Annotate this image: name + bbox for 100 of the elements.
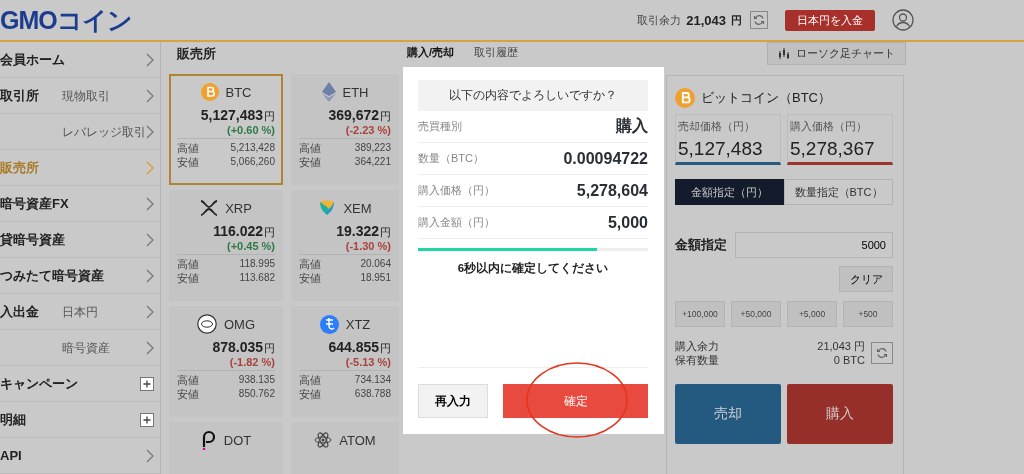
buy-button[interactable]: 購入 — [787, 384, 893, 444]
tab[interactable]: 取引履歴 — [474, 42, 519, 65]
chevron-icon[interactable] — [146, 304, 154, 319]
coin-symbol: OMG — [223, 316, 256, 332]
add-amount-button[interactable]: +500 — [843, 301, 893, 327]
logo[interactable]: GMOコイン — [0, 3, 132, 37]
high-value: 118.995 — [239, 257, 275, 271]
price-change: (-5.13 %) — [344, 356, 391, 368]
p-shape-icon — [200, 430, 217, 450]
amount-label: 金額指定 — [675, 236, 725, 254]
chevron-icon[interactable] — [146, 268, 154, 283]
sell-button[interactable]: 売却 — [675, 384, 781, 444]
coin-symbol: XEM — [343, 200, 372, 216]
coin-icon — [675, 88, 695, 108]
low-value: 18.951 — [360, 271, 391, 285]
low-value: 5,066,260 — [230, 155, 275, 169]
detail-value: 購入 — [616, 116, 648, 136]
sidebar-item[interactable]: 明細 — [0, 410, 62, 429]
coin-card[interactable]: XTZ 644.855円 (-5.13 %) 高値 734.134 安値 638.788 — [291, 306, 399, 417]
mode-tab[interactable]: 数量指定（BTC） — [784, 179, 893, 205]
coin-card[interactable]: ETH 369,672円 (-2.23 %) 高値 389,223 安値 364,221 — [291, 74, 399, 185]
coin-symbol: BTC — [225, 84, 252, 100]
sidebar-subitem[interactable]: 現物取引 — [62, 87, 110, 104]
reenter-button[interactable]: 再入力 — [418, 384, 488, 418]
coin-card[interactable]: XRP 116.022円 (+0.45 %) 高値 118.995 安値 113.682 — [169, 190, 283, 301]
price-unit: 円 — [380, 342, 391, 354]
add-amount-button[interactable]: +100,000 — [675, 301, 725, 327]
chevron-icon[interactable] — [146, 160, 154, 175]
high-label: 高値 — [177, 373, 199, 387]
coin-price: 644.855 — [328, 339, 379, 355]
balance-value: 21,043 円 — [817, 339, 865, 353]
amount-input[interactable]: 5000 — [735, 232, 893, 258]
low-value: 638.788 — [354, 387, 391, 401]
price-unit: 円 — [264, 110, 275, 122]
coin-symbol: DOT — [223, 432, 252, 448]
sidebar-subitem[interactable]: レバレッジ取引 — [62, 123, 146, 140]
chevron-icon[interactable] — [146, 448, 154, 463]
balance-label: 購入余力 — [675, 339, 719, 353]
coin-card[interactable]: BTC 5,127,483円 (+0.60 %) 高値 5,213,428 安値 5,066,260 — [169, 74, 283, 185]
sidebar-item[interactable]: 暗号資産FX — [0, 194, 69, 213]
balance-label: 取引余力 — [637, 12, 682, 28]
price-unit: 円 — [264, 342, 275, 354]
sidebar-item[interactable]: 会員ホーム — [0, 50, 65, 69]
page-title: 販売所 — [177, 44, 217, 63]
coin-card[interactable]: ATOM — [291, 422, 399, 474]
refresh-button[interactable] — [750, 11, 768, 29]
refresh-icon — [753, 14, 765, 26]
coin-price: 369,672 — [328, 107, 379, 123]
high-label: 高値 — [299, 141, 321, 155]
coin-symbol: XRP — [225, 200, 252, 216]
candlestick-icon — [778, 48, 790, 59]
add-amount-button[interactable]: +5,000 — [787, 301, 837, 327]
high-value: 734.134 — [354, 373, 391, 387]
chevron-icon[interactable] — [146, 52, 154, 67]
price-change: (-1.30 %) — [344, 240, 391, 252]
high-label: 高値 — [177, 257, 199, 271]
deposit-button[interactable]: 日本円を入金 — [785, 9, 875, 31]
sidebar-subitem[interactable]: 暗号資産 — [62, 339, 110, 356]
countdown-text: 6秒以内に確定してください — [456, 261, 610, 276]
sidebar-item[interactable]: キャンペーン — [0, 374, 78, 393]
price-value: 5,127,483 — [678, 138, 764, 160]
chevron-icon[interactable] — [146, 124, 154, 139]
coin-symbol: ETH — [342, 84, 369, 100]
detail-label: 購入金額（円） — [418, 215, 495, 230]
coin-card[interactable]: OMG 878.035円 (-1.82 %) 高値 938.135 安値 850.762 — [169, 306, 283, 417]
sidebar-subitem[interactable]: 日本円 — [62, 303, 98, 320]
confirm-button[interactable]: 確定 — [503, 384, 648, 418]
low-label: 安値 — [177, 387, 199, 401]
add-amount-button[interactable]: +50,000 — [731, 301, 781, 327]
chevron-icon[interactable] — [146, 196, 154, 211]
coin-card[interactable]: XEM 19.322円 (-1.30 %) 高値 20.064 安値 18.951 — [291, 190, 399, 301]
price-change: (-1.82 %) — [228, 356, 275, 368]
price-value: 5,278,367 — [790, 138, 876, 160]
sidebar-item[interactable]: 貸暗号資産 — [0, 230, 65, 249]
clear-button[interactable]: クリア — [839, 266, 893, 292]
coin-price: 19.322 — [336, 223, 379, 239]
sidebar-item[interactable]: 取引所 — [0, 86, 62, 105]
dialog-question: 以下の内容でよろしいですか？ — [418, 80, 648, 111]
chevron-icon[interactable] — [146, 232, 154, 247]
chevron-icon[interactable] — [146, 340, 154, 355]
mode-tab[interactable]: 金額指定（円） — [675, 179, 784, 205]
plus-icon[interactable] — [140, 412, 154, 427]
refresh-button[interactable] — [871, 342, 893, 364]
price-label: 売却価格（円） — [678, 119, 756, 134]
price-change: (+0.45 %) — [226, 240, 275, 252]
candlestick-chart-button[interactable]: ローソク足チャート — [767, 42, 906, 65]
chevron-icon[interactable] — [146, 88, 154, 103]
low-value: 850.762 — [238, 387, 275, 401]
detail-value: 0.00094722 — [563, 149, 648, 168]
coin-icon — [196, 314, 217, 334]
sidebar-item[interactable]: 入出金 — [0, 302, 62, 321]
coin-card[interactable]: DOT — [169, 422, 283, 474]
sidebar-item[interactable]: つみたて暗号資産 — [0, 266, 104, 285]
coin-price: 878.035 — [212, 339, 263, 355]
tab[interactable]: 購入/売却 — [407, 42, 455, 65]
plus-icon[interactable] — [140, 376, 154, 391]
user-icon[interactable] — [892, 9, 914, 31]
high-label: 高値 — [299, 257, 321, 271]
low-value: 364,221 — [354, 155, 391, 169]
sidebar-item[interactable]: API — [0, 446, 62, 465]
